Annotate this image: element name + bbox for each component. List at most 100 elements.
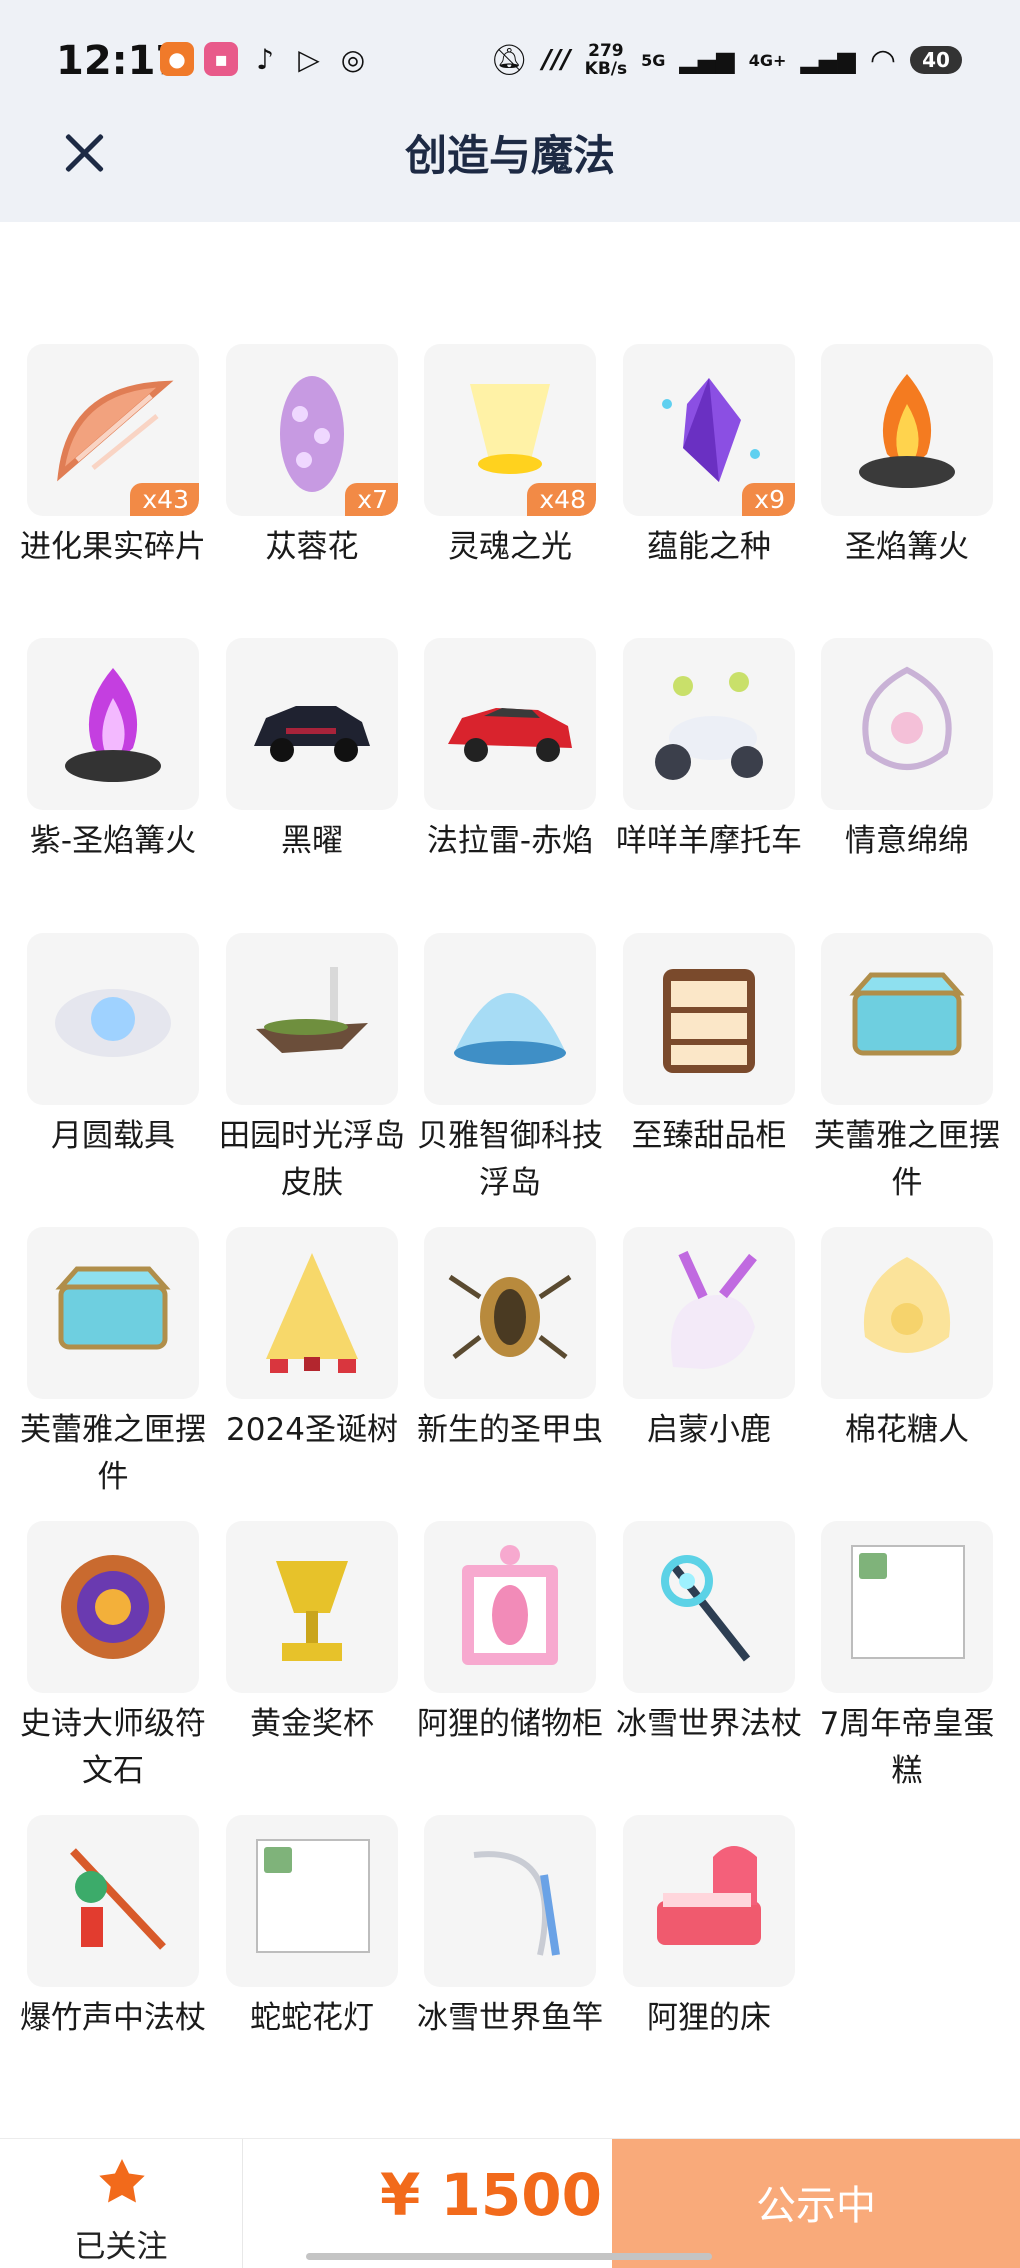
item-label: 法拉雷-赤焰 bbox=[426, 823, 594, 859]
item-tile[interactable] bbox=[623, 933, 795, 1105]
item-label: 冰雪世界鱼竿 bbox=[417, 2000, 603, 2036]
item-label: 阿狸的床 bbox=[647, 2000, 771, 2036]
item-tile[interactable] bbox=[27, 1227, 199, 1399]
item-label: 7周年帝皇蛋糕 bbox=[819, 1706, 995, 1789]
item-label: 冰雪世界法杖 bbox=[616, 1706, 802, 1742]
item-tile[interactable] bbox=[821, 1227, 993, 1399]
item-tile[interactable]: x7 bbox=[226, 344, 398, 516]
public-notice-label: 公示中 bbox=[756, 2183, 876, 2229]
system-icons: 🔕︎ /// 279 KB/s 5G ▂▄▆ 4G+ ▂▄▆ ◠ 40 bbox=[490, 42, 962, 78]
item-tile[interactable] bbox=[821, 1521, 993, 1693]
marshmallow-figure-icon bbox=[863, 1257, 951, 1353]
quantity-badge: x43 bbox=[130, 483, 199, 516]
item-tile[interactable] bbox=[821, 638, 993, 810]
item-tile[interactable] bbox=[424, 1521, 596, 1693]
item-tile[interactable] bbox=[226, 638, 398, 810]
follow-button[interactable]: 已关注 bbox=[0, 2139, 243, 2268]
broken-image-icon bbox=[851, 1545, 965, 1659]
page-title: 创造与魔法 bbox=[404, 131, 615, 180]
item-label: 蕴能之种 bbox=[647, 529, 771, 565]
item-tile[interactable] bbox=[27, 933, 199, 1105]
signal-4g-label: 4G+ bbox=[748, 50, 787, 70]
item-label: 灵魂之光 bbox=[448, 529, 572, 565]
signal-bars-icon-2: ▂▄▆ bbox=[800, 46, 856, 74]
soul-light-icon bbox=[470, 384, 550, 474]
item-label: 黄金奖杯 bbox=[250, 1706, 374, 1742]
dessert-cabinet-icon bbox=[663, 969, 755, 1073]
bilibili-icon: ▪ bbox=[204, 42, 238, 76]
quantity-badge: x9 bbox=[742, 483, 795, 516]
gold-trophy-icon bbox=[276, 1561, 348, 1661]
public-notice-button[interactable]: 公示中 bbox=[612, 2139, 1020, 2268]
item-tile[interactable] bbox=[226, 1815, 398, 1987]
item-label: 棉花糖人 bbox=[845, 1412, 969, 1448]
item-tile[interactable]: x43 bbox=[27, 344, 199, 516]
moon-vehicle-icon bbox=[55, 989, 171, 1057]
item-label: 阿狸的储物柜 bbox=[417, 1706, 603, 1742]
rune-stone-icon bbox=[61, 1555, 165, 1659]
jewel-box-icon bbox=[849, 972, 965, 1056]
item-label: 情意绵绵 bbox=[845, 823, 969, 859]
sheep-motorcycle-icon bbox=[655, 672, 763, 780]
item-tile[interactable] bbox=[424, 1815, 596, 1987]
item-label: 启蒙小鹿 bbox=[647, 1412, 771, 1448]
item-label: 进化果实碎片 bbox=[20, 529, 206, 565]
status-bar: 12:17 ● ▪ ♪ ▷ ◎ 🔕︎ /// 279 KB/s 5G ▂▄▆ 4… bbox=[0, 0, 1020, 120]
item-tile[interactable] bbox=[424, 933, 596, 1105]
network-speed: 279 KB/s bbox=[585, 42, 627, 78]
app-notification-icon: ● bbox=[160, 42, 194, 76]
item-tile[interactable] bbox=[424, 638, 596, 810]
item-tile[interactable] bbox=[424, 1227, 596, 1399]
notification-app-icons: ● ▪ ♪ ▷ ◎ bbox=[160, 42, 370, 76]
item-tile[interactable] bbox=[623, 1521, 795, 1693]
mute-icon: 🔕︎ bbox=[490, 42, 529, 78]
item-label: 咩咩羊摩托车 bbox=[616, 823, 802, 859]
fishing-rod-icon bbox=[473, 1851, 560, 1956]
dome-island-icon bbox=[454, 993, 566, 1065]
floating-island-icon bbox=[256, 967, 368, 1053]
pink-bed-icon bbox=[657, 1846, 761, 1945]
firecracker-staff-icon bbox=[70, 1848, 166, 1950]
fruit-fragment-icon bbox=[57, 380, 174, 482]
home-indicator[interactable] bbox=[306, 2253, 712, 2260]
deer-icon bbox=[671, 1250, 757, 1369]
item-tile[interactable] bbox=[27, 1815, 199, 1987]
black-car-icon bbox=[254, 706, 370, 762]
price: ¥ 1500 bbox=[380, 2161, 602, 2229]
quantity-badge: x48 bbox=[527, 483, 596, 516]
signal-5g-label: 5G bbox=[641, 50, 666, 70]
network-speed-value: 279 bbox=[588, 41, 624, 61]
item-tile[interactable]: x48 bbox=[424, 344, 596, 516]
item-tile[interactable] bbox=[27, 638, 199, 810]
broken-image-icon bbox=[256, 1839, 370, 1953]
item-label: 蛇蛇花灯 bbox=[250, 2000, 374, 2036]
item-label: 田园时光浮岛皮肤 bbox=[219, 1118, 405, 1201]
item-label: 圣焰篝火 bbox=[845, 529, 969, 565]
item-tile[interactable]: x9 bbox=[623, 344, 795, 516]
quantity-badge: x7 bbox=[345, 483, 398, 516]
jewel-box-icon bbox=[55, 1266, 171, 1350]
item-tile[interactable] bbox=[226, 1521, 398, 1693]
item-tile[interactable] bbox=[623, 638, 795, 810]
item-tile[interactable] bbox=[821, 933, 993, 1105]
follow-label: 已关注 bbox=[74, 2229, 168, 2265]
item-tile[interactable] bbox=[623, 1227, 795, 1399]
cistanche-flower-icon bbox=[280, 376, 344, 492]
item-label: 至臻甜品柜 bbox=[631, 1118, 787, 1154]
ornament-icon bbox=[862, 666, 952, 770]
ice-staff-icon bbox=[661, 1555, 751, 1662]
wechat-icon: ◎ bbox=[340, 42, 366, 76]
item-grid: x320花园积分x7圣殿之钥x9暗心彼岸x7机甲核心x4奇遇进化果x43进化果实… bbox=[0, 0, 1020, 2267]
item-tile[interactable] bbox=[821, 344, 993, 516]
item-tile[interactable] bbox=[27, 1521, 199, 1693]
pink-cabinet-icon bbox=[462, 1545, 558, 1665]
item-tile[interactable] bbox=[226, 1227, 398, 1399]
item-tile[interactable] bbox=[623, 1815, 795, 1987]
item-label: 2024圣诞树 bbox=[226, 1412, 398, 1448]
energy-seed-icon bbox=[662, 378, 760, 482]
item-label: 爆竹声中法杖 bbox=[20, 2000, 206, 2036]
item-label: 芙蕾雅之匣摆件 bbox=[20, 1412, 206, 1495]
item-tile[interactable] bbox=[226, 933, 398, 1105]
top-bar: 12:17 ● ▪ ♪ ▷ ◎ 🔕︎ /// 279 KB/s 5G ▂▄▆ 4… bbox=[0, 0, 1020, 222]
holy-bonfire-icon bbox=[859, 374, 955, 488]
